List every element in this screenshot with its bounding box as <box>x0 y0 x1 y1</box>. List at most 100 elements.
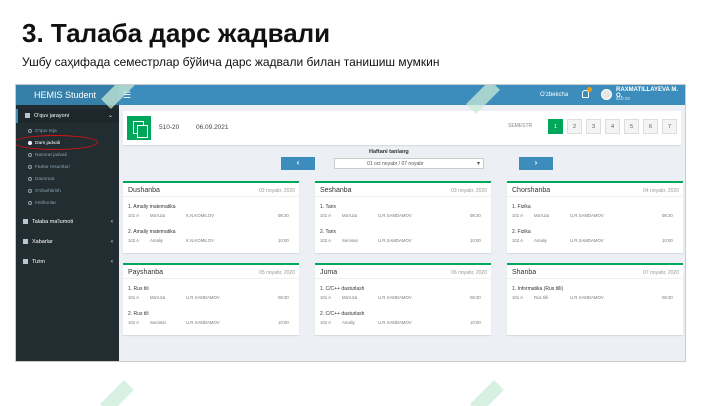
lesson-teacher: U.R.XAMDAMOV <box>378 213 412 218</box>
lesson-room: 102 A <box>320 238 331 243</box>
lesson-room: 102 A <box>512 238 523 243</box>
day-date: 06 noyabr, 2020 <box>451 270 487 276</box>
day-card-header: Chorshanba 04 noyabr, 2020 <box>507 183 683 197</box>
circle-icon <box>28 152 32 157</box>
semester-tab-3[interactable]: 3 <box>586 119 601 134</box>
lesson-item[interactable]: 1. Tarix 101 A Ma'ruza U.R.XAMDAMOV 08:30 <box>320 204 486 224</box>
lesson-teacher: U.R.XAMDAMOV <box>186 320 220 325</box>
avatar[interactable] <box>601 89 612 100</box>
watermark-shape <box>100 380 134 406</box>
lesson-time: 08:30 <box>278 213 289 218</box>
week-select[interactable]: 01 oct noyabr / 07 noyabr <box>334 158 484 169</box>
gear-icon <box>23 259 28 265</box>
day-card-header: Dushanba 02 noyabr, 2020 <box>123 183 299 197</box>
semester-tab-7[interactable]: 7 <box>662 119 677 134</box>
sidebar-subitem-attendance[interactable]: Davomat <box>16 174 119 185</box>
day-name: Seshanba <box>320 187 352 194</box>
semester-tab-2[interactable]: 2 <box>567 119 582 134</box>
lesson-item[interactable]: 1. Rus tili 101 A Ma'ruza U.R.XAMDAMOV 08:30 <box>128 286 294 306</box>
lesson-type: Amaliy <box>150 238 163 243</box>
lesson-title: 2. C/C++ dasturlash <box>320 311 365 317</box>
prev-week-button[interactable]: ‹ <box>281 157 315 170</box>
lesson-title: 1. C/C++ dasturlash <box>320 286 365 292</box>
lesson-type: Ma'ruza <box>342 213 358 218</box>
current-date: 06.09.2021 <box>196 124 229 131</box>
lesson-type: Ma'ruza <box>534 213 550 218</box>
sidebar-item-student-info[interactable]: Talaba ma'lumoti ‹ <box>16 215 119 229</box>
day-date: 05 noyabr, 2020 <box>259 270 295 276</box>
lesson-room: 102 A <box>320 320 331 325</box>
day-card: Dushanba 02 noyabr, 2020 1. Amaliy matemat… <box>123 181 299 253</box>
chevron-left-icon: ‹ <box>111 219 113 225</box>
lesson-item[interactable]: 2. Amaliy matematika 102 A Amaliy K.N.KOMIL… <box>128 229 294 249</box>
lesson-teacher: U.R.XAMDAMOV <box>570 295 604 300</box>
sidebar-subitem-label: O'quv reja <box>35 129 57 134</box>
sidebar-item-study-process[interactable]: O'quv jarayoni ⌄ <box>16 109 119 123</box>
day-date: 07 noyabr, 2020 <box>643 270 679 276</box>
lesson-item[interactable]: 1. Informatika (Rus tilli) 101 A Rus tilli… <box>512 286 678 306</box>
day-date: 02 noyabr, 2020 <box>259 188 295 194</box>
day-name: Dushanba <box>128 187 160 194</box>
day-date: 04 noyabr, 2020 <box>643 188 679 194</box>
next-week-button[interactable]: › <box>519 157 553 170</box>
lesson-item[interactable]: 2. Rus tili 102 A Seminar U.R.XAMDAMOV 10:00 <box>128 311 294 331</box>
semester-tab-6[interactable]: 6 <box>643 119 658 134</box>
sidebar-subitem-exams[interactable]: Imtihonlar <box>16 198 119 209</box>
lesson-title: 2. Tarix <box>320 229 337 235</box>
lesson-room: 101 A <box>128 295 139 300</box>
lesson-item[interactable]: 2. C/C++ dasturlash 102 A Amaliy U.R.XAMDAM… <box>320 311 486 331</box>
lesson-type: Seminar <box>342 238 359 243</box>
lesson-type: Ma'ruza <box>150 295 166 300</box>
lesson-item[interactable]: 2. Fizika 102 A Amaliy U.R.XAMDAMOV 10:00 <box>512 229 678 249</box>
lesson-room: 102 A <box>128 238 139 243</box>
day-name: Payshanba <box>128 269 164 276</box>
sidebar-item-system[interactable]: Tizim ‹ <box>16 255 119 269</box>
lesson-time: 08:30 <box>662 213 673 218</box>
week-select-label: Haftani tanlang <box>369 149 409 155</box>
lesson-item[interactable]: 1. Amaliy matematika 101 A Ma'ruza K.N.KOMI… <box>128 204 294 224</box>
lesson-teacher: U.R.XAMDAMOV <box>570 213 604 218</box>
day-name: Shanba <box>512 269 537 276</box>
day-card: Shanba 07 noyabr, 2020 1. Informatika (Rus… <box>507 263 683 335</box>
sidebar-subitem-resources[interactable]: Fanlar resurslari <box>16 162 119 173</box>
language-selector[interactable]: O'zbekcha <box>540 85 568 105</box>
book-icon <box>25 113 30 119</box>
user-group: 510-20 <box>616 96 631 101</box>
slide-subtitle: Ушбу саҳифада семестрлар бўйича дарс жад… <box>22 55 440 69</box>
sidebar-subitem-label: Davomat <box>35 177 55 182</box>
sidebar-subitem-label: Imtihonlar <box>35 201 57 206</box>
semester-tab-5[interactable]: 5 <box>624 119 639 134</box>
lesson-title: 2. Amaliy matematika <box>128 229 176 235</box>
lesson-room: 102 A <box>128 320 139 325</box>
lesson-type: Rus tilli <box>534 295 548 300</box>
copy-icon <box>127 116 151 140</box>
lesson-item[interactable]: 1. C/C++ dasturlash 101 A Ma'ruza U.R.XAMDA… <box>320 286 486 306</box>
chevron-left-icon: ‹ <box>111 259 113 265</box>
sidebar-subitem-control-schedule[interactable]: Nazorat jadvali <box>16 150 119 161</box>
sidebar-item-messages[interactable]: Xabarlar ‹ <box>16 235 119 249</box>
lesson-room: 101 A <box>512 295 523 300</box>
graduation-cap-icon <box>23 219 28 225</box>
lesson-teacher: U.R.XAMDAMOV <box>378 238 412 243</box>
lesson-title: 1. Rus tili <box>128 286 149 292</box>
lesson-teacher: K.N.KOMILOV <box>186 238 214 243</box>
sidebar-subitem-grades[interactable]: O'zlashtirish <box>16 186 119 197</box>
lesson-time: 08:30 <box>470 295 481 300</box>
semester-tab-1[interactable]: 1 <box>548 119 563 134</box>
circle-icon <box>28 188 32 193</box>
semester-tab-4[interactable]: 4 <box>605 119 620 134</box>
lesson-item[interactable]: 1. Fizika 101 A Ma'ruza U.R.XAMDAMOV 08:30 <box>512 204 678 224</box>
sidebar-subitem-label: Fanlar resurslari <box>35 165 70 170</box>
lesson-time: 10:00 <box>278 238 289 243</box>
circle-icon <box>28 128 32 133</box>
sidebar-subitem-label: Nazorat jadvali <box>35 153 67 158</box>
day-card: Payshanba 05 noyabr, 2020 1. Rus tili 101 A… <box>123 263 299 335</box>
lesson-title: 1. Tarix <box>320 204 337 210</box>
lesson-type: Ma'ruza <box>150 213 166 218</box>
notification-badge <box>587 87 592 92</box>
sidebar-item-label: Xabarlar <box>32 239 53 245</box>
lesson-time: 10:00 <box>662 238 673 243</box>
circle-icon <box>28 164 32 169</box>
lesson-teacher: U.R.XAMDAMOV <box>378 295 412 300</box>
lesson-item[interactable]: 2. Tarix 102 A Seminar U.R.XAMDAMOV 10:00 <box>320 229 486 249</box>
